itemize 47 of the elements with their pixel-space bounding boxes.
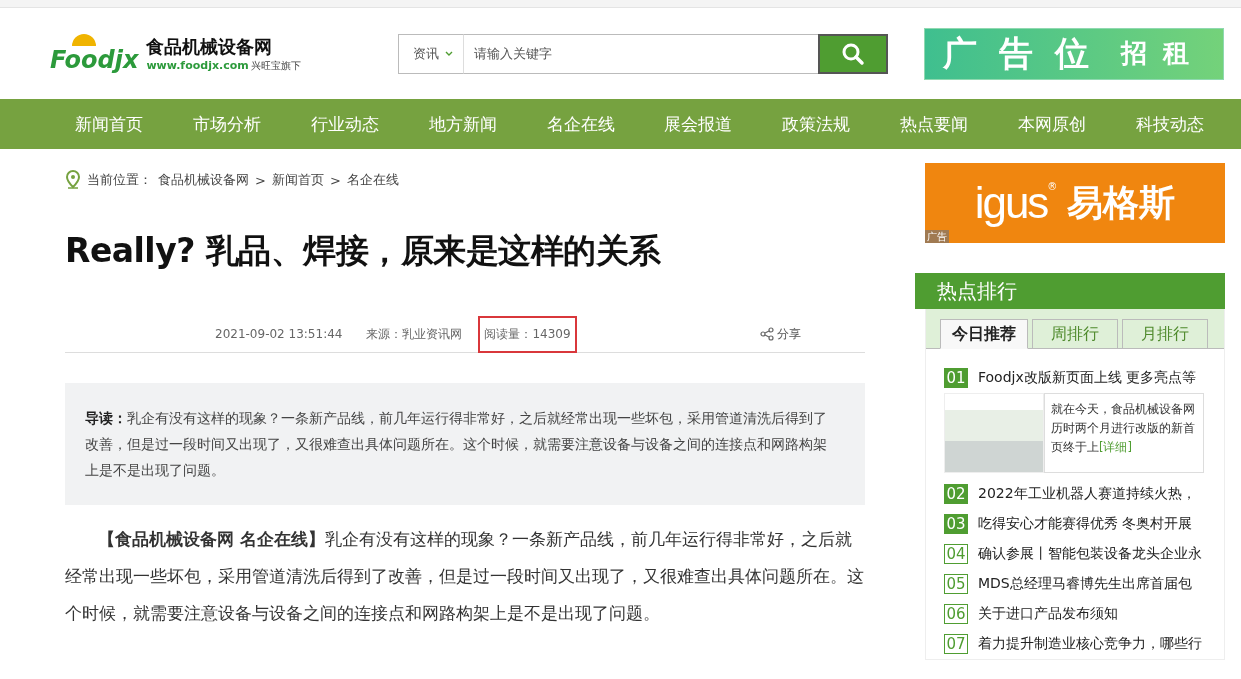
ad-banner: 广 告 位 招 租 [924, 27, 1224, 80]
chevron-icon [445, 50, 453, 57]
site-url: www.foodjx.com [146, 58, 249, 72]
article-title: Really? 乳品、焊接，原来是这样的关系 [65, 230, 662, 272]
share-link[interactable]: 分享 [760, 325, 801, 343]
search-button[interactable] [818, 33, 888, 74]
rank-number: 03 [944, 514, 968, 534]
rank-number: 01 [944, 368, 968, 388]
breadcrumb-link[interactable]: 食品机械设备网 [158, 171, 249, 189]
breadcrumb-label: 当前位置： [87, 171, 152, 189]
breadcrumb-link[interactable]: 名企在线 [346, 171, 399, 189]
search-input[interactable]: 请输入关键字 [464, 33, 818, 74]
location-pin-icon [65, 170, 81, 190]
article-source: 来源：乳业资讯网 [366, 325, 463, 343]
ranking-link[interactable]: MDS总经理马睿博先生出席首届包 [978, 575, 1192, 593]
ranking-link[interactable]: Foodjx改版新页面上线 更多亮点等 [978, 369, 1197, 387]
intro-text: 导读：乳企有没有这样的现象？一条新产品线，前几年运行得非常好，之后就经常出现一些坏包，采用管道清洗后得到了改善，但是过一段时间又出现了，又很难查出具体问题所在。这个时候，就需要注意设备与设备之间的连接点和网路构架上是不是出现了问题。 [65, 383, 865, 505]
ranking-link[interactable]: 着力提升制造业核心竞争力，哪些行 [978, 635, 1202, 653]
rank-number: 07 [944, 634, 968, 654]
tab[interactable]: 今日推荐 [940, 319, 1028, 349]
ranking-link[interactable]: 2022年工业机器人赛道持续火热， [978, 485, 1196, 503]
ranking-link[interactable]: 确认参展丨智能包装设备龙头企业永 [978, 545, 1202, 563]
section-header: 热点排行 [915, 273, 1225, 309]
publish-date: 2021-09-02 13:51:44 [215, 327, 343, 341]
tab[interactable]: 周排行 [1032, 319, 1118, 349]
site-name: 食品机械设备网 [146, 34, 274, 59]
ad-label: 广告 [925, 230, 949, 243]
search-icon [841, 41, 865, 66]
category-dropdown[interactable]: 资讯 [398, 33, 464, 74]
rank-number: 06 [944, 604, 968, 624]
ranking-link[interactable]: 关于进口产品发布须知 [978, 605, 1118, 623]
ranking-link[interactable]: 吃得安心才能赛得优秀 冬奥村开展 [978, 515, 1193, 533]
rank-number: 04 [944, 544, 968, 564]
ad-banner: igus® 易格斯 广告 [925, 163, 1225, 243]
site-owner: 兴旺宝旗下 [250, 58, 301, 73]
rank-number: 05 [944, 574, 968, 594]
detail-link[interactable]: [详细] [1099, 440, 1132, 454]
preview-text: 就在今天，食品机械设备网历时两个月进行改版的新首页终于上[详细] [1044, 393, 1204, 473]
breadcrumb-link[interactable]: 新闻首页 [271, 171, 324, 189]
article-paragraph: 【食品机械设备网 名企在线】乳企有没有这样的现象？一条新产品线，前几年运行得非常好，之后就经常出现一些坏包，采用管道清洗后得到了改善，但是过一段时间又出现了，又很难查出具体问题所在。这个时候，就需要注意设备与设备之间的连接点和网路构架上是不是出现了问题。 [65, 529, 865, 625]
breadcrumb-separator: > [329, 172, 341, 188]
view-count: 阅读量：14309 [478, 315, 577, 353]
share-icon [760, 327, 774, 341]
tab[interactable]: 月排行 [1122, 319, 1208, 349]
rank-number: 02 [944, 484, 968, 504]
logo-wordmark: Foodjx [50, 46, 140, 74]
breadcrumb-separator: > [255, 172, 266, 188]
